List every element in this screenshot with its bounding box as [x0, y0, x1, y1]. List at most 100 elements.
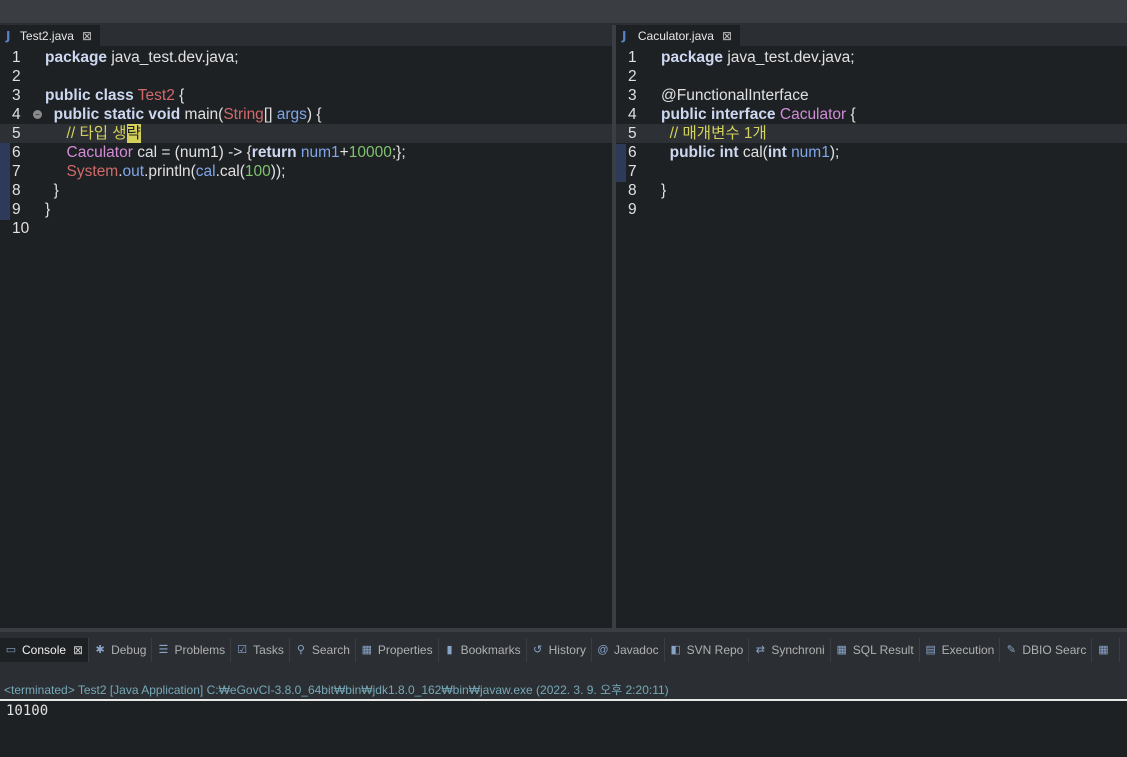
- console-status: <terminated> Test2 [Java Application] C:…: [0, 682, 1127, 698]
- code-line[interactable]: 2: [0, 67, 612, 86]
- view-tab-label: Search: [311, 643, 350, 657]
- code-token: Caculator: [779, 106, 847, 123]
- code-token: java_test.dev.java;: [107, 49, 239, 66]
- code-token: }: [45, 201, 51, 218]
- history-icon: ↺: [533, 643, 543, 656]
- view-tab-svn-repo[interactable]: ◧ SVN Repo: [665, 638, 750, 662]
- close-icon[interactable]: ⊠: [722, 29, 732, 43]
- code-text: }: [45, 181, 59, 200]
- code-text: }: [661, 181, 666, 200]
- code-line[interactable]: 7: [616, 162, 1127, 181]
- view-tab-label: Synchroni: [771, 643, 825, 657]
- code-line[interactable]: 5 // 타입 생략: [0, 124, 612, 143]
- view-tab-label: Debug: [111, 643, 147, 657]
- view-tab-javadoc[interactable]: @ Javadoc: [592, 638, 665, 662]
- code-line[interactable]: 6 public int cal(int num1);: [616, 143, 1127, 162]
- code-token: 10000: [348, 144, 392, 161]
- console-output-area[interactable]: 10100: [0, 699, 1127, 757]
- java-file-icon: J: [622, 28, 627, 43]
- code-line[interactable]: 6 Caculator cal = (num1) -> {return num1…: [0, 143, 612, 162]
- sync-icon: ⇄: [755, 643, 765, 656]
- editor-tabbar: J Test2.java ⊠: [0, 25, 612, 46]
- view-tab-execution[interactable]: ▤ Execution: [920, 638, 1001, 662]
- view-tab-properties[interactable]: ▦ Properties: [356, 638, 439, 662]
- line-number: 2: [628, 68, 637, 85]
- search-icon: ⚲: [296, 643, 305, 656]
- code-line[interactable]: 9: [616, 200, 1127, 219]
- code-token: num1: [791, 144, 830, 161]
- code-area[interactable]: 1 package java_test.dev.java; 2 3 @Functiona…: [616, 46, 1127, 628]
- code-token: Caculator: [66, 144, 133, 161]
- code-text: // 타입 생략: [45, 124, 141, 143]
- view-tab-sql-result[interactable]: ▦ SQL Result: [831, 638, 920, 662]
- code-token: .cal(: [215, 163, 245, 180]
- code-line[interactable]: 4− public static void main(String[] args…: [0, 105, 612, 124]
- line-number: 8: [12, 182, 21, 199]
- code-line[interactable]: 8 }: [0, 181, 612, 200]
- line-number: 9: [628, 201, 637, 218]
- code-line[interactable]: 7 System.out.println(cal.cal(100));: [0, 162, 612, 181]
- code-line[interactable]: 5 // 매개변수 1개: [616, 124, 1127, 143]
- code-token: cal(: [738, 144, 768, 161]
- code-line[interactable]: 2: [616, 67, 1127, 86]
- code-line[interactable]: 3 public class Test2 {: [0, 86, 612, 105]
- grid-more-icon: ▦: [1098, 643, 1109, 656]
- view-tab-synchroni[interactable]: ⇄ Synchroni: [749, 638, 831, 662]
- view-tab-dbio-searc[interactable]: ✎ DBIO Searc: [1000, 638, 1093, 662]
- code-token: return: [251, 144, 297, 161]
- code-token: public static void: [53, 106, 181, 123]
- line-number: 8: [628, 182, 637, 199]
- close-icon[interactable]: ⊠: [73, 643, 83, 657]
- view-tab-console[interactable]: ▭ Console ⊠: [0, 638, 90, 662]
- line-number: 1: [628, 49, 637, 66]
- line-number: 7: [12, 163, 21, 180]
- code-token: System: [66, 163, 119, 180]
- editor-caculator[interactable]: J Caculator.java ⊠ 1 package java_test.de…: [616, 25, 1127, 628]
- view-tab-history[interactable]: ↺ History: [527, 638, 592, 662]
- code-line[interactable]: 3 @FunctionalInterface: [616, 86, 1127, 105]
- svn-icon: ◧: [670, 643, 681, 656]
- title-bar: [0, 0, 1127, 24]
- code-line[interactable]: 1 package java_test.dev.java;: [0, 48, 612, 67]
- code-area[interactable]: 1 package java_test.dev.java; 2 3 public cla…: [0, 46, 612, 628]
- code-line[interactable]: 9}: [0, 200, 612, 219]
- code-token: }: [45, 182, 59, 199]
- console-icon: ▭: [5, 643, 17, 656]
- view-tab-tasks[interactable]: ☑ Tasks: [231, 638, 290, 662]
- tab-test2-java[interactable]: J Test2.java ⊠: [0, 25, 100, 46]
- code-token: public int: [669, 144, 739, 161]
- view-tab-bookmarks[interactable]: ▮ Bookmarks: [439, 638, 527, 662]
- tab-caculator-java[interactable]: J Caculator.java ⊠: [616, 25, 740, 46]
- text-cursor: 략: [126, 124, 141, 143]
- view-tab-label: DBIO Searc: [1022, 643, 1087, 657]
- view-tab-debug[interactable]: ✱ Debug: [89, 638, 153, 662]
- view-tab-label: SVN Repo: [686, 643, 744, 657]
- console-output: 10100: [6, 703, 49, 719]
- line-number: 7: [628, 163, 637, 180]
- views-tabbar: ▭ Console ⊠ ✱ Debug ☰ Problems ☑ Tasks ⚲ Search ▦ Pr…: [0, 636, 1127, 664]
- view-tab-problems[interactable]: ☰ Problems: [152, 638, 232, 662]
- code-line[interactable]: 10: [0, 219, 612, 238]
- code-line[interactable]: 1 package java_test.dev.java;: [616, 48, 1127, 67]
- properties-icon: ▦: [361, 643, 373, 656]
- editor-test2[interactable]: J Test2.java ⊠ 1 package java_test.dev.ja…: [0, 25, 612, 628]
- view-tab-more[interactable]: ▦: [1092, 638, 1121, 662]
- tab-title: Test2.java: [19, 28, 74, 43]
- code-token: }: [661, 182, 667, 199]
- view-tab-label: Problems: [174, 643, 226, 657]
- code-line[interactable]: 4 public interface Caculator {: [616, 105, 1127, 124]
- view-tab-label: Javadoc: [613, 643, 659, 657]
- code-text: @FunctionalInterface: [661, 86, 809, 105]
- tab-title: Caculator.java: [637, 28, 714, 43]
- bug-icon: ✱: [95, 643, 105, 656]
- code-line[interactable]: 8}: [616, 181, 1127, 200]
- view-tab-label: Tasks: [253, 643, 284, 657]
- view-tab-search[interactable]: ⚲ Search: [290, 638, 356, 662]
- close-icon[interactable]: ⊠: [82, 29, 92, 43]
- java-file-icon: J: [6, 28, 11, 43]
- tasks-icon: ☑: [237, 643, 248, 656]
- fold-toggle-icon[interactable]: −: [33, 110, 42, 119]
